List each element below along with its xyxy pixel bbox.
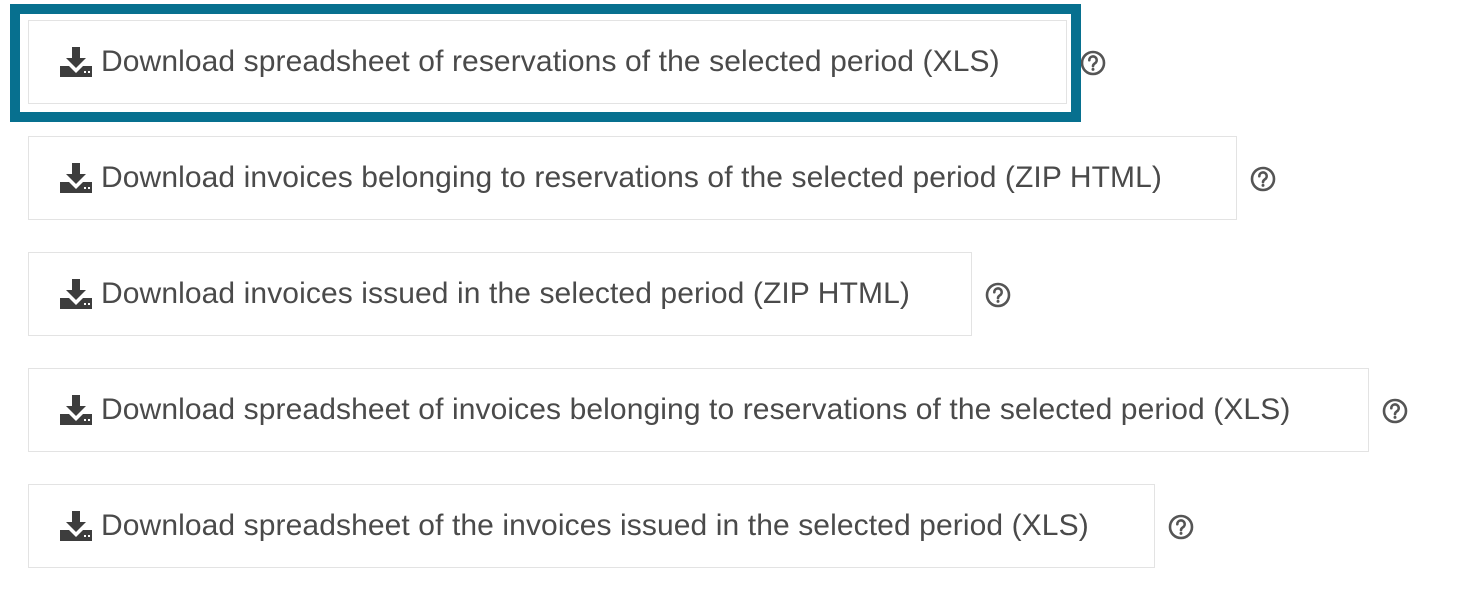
question-circle-icon[interactable] <box>985 282 1011 308</box>
download-icon <box>60 163 92 193</box>
download-issued-invoices-xls-button[interactable]: Download spreadsheet of the invoices iss… <box>28 484 1155 568</box>
download-icon <box>60 511 92 541</box>
question-circle-icon[interactable] <box>1250 166 1276 192</box>
question-circle-icon[interactable] <box>1080 50 1106 76</box>
download-button-label: Download invoices belonging to reservati… <box>101 161 1163 194</box>
download-icon <box>60 47 92 77</box>
download-issued-invoices-zip-button[interactable]: Download invoices issued in the selected… <box>28 252 972 336</box>
download-reservations-xls-button[interactable]: Download spreadsheet of reservations of … <box>28 20 1067 104</box>
download-button-label: Download spreadsheet of the invoices iss… <box>101 509 1089 542</box>
download-button-label: Download spreadsheet of reservations of … <box>101 45 1000 78</box>
download-reservation-invoices-xls-button[interactable]: Download spreadsheet of invoices belongi… <box>28 368 1369 452</box>
download-button-label: Download invoices issued in the selected… <box>101 277 910 310</box>
download-panel: Download spreadsheet of reservations of … <box>0 0 1482 604</box>
download-reservation-invoices-zip-button[interactable]: Download invoices belonging to reservati… <box>28 136 1237 220</box>
question-circle-icon[interactable] <box>1382 398 1408 424</box>
download-icon <box>60 279 92 309</box>
question-circle-icon[interactable] <box>1168 514 1194 540</box>
download-icon <box>60 395 92 425</box>
download-button-label: Download spreadsheet of invoices belongi… <box>101 393 1291 426</box>
